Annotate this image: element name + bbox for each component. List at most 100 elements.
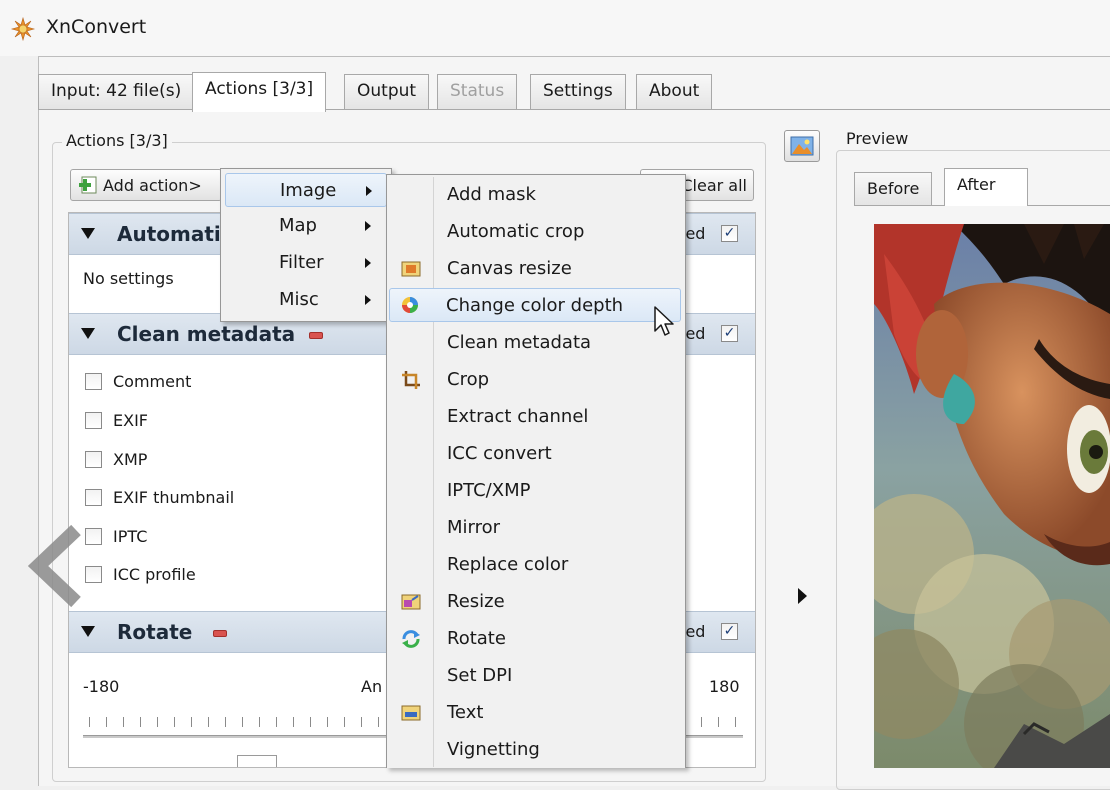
option-label-comment: Comment <box>113 372 192 391</box>
menu-item-label: Add mask <box>447 184 536 205</box>
menu-item-label: Clean metadata <box>447 332 592 353</box>
mouse-cursor-icon <box>654 306 674 336</box>
enabled-checkbox-automatic[interactable]: ✓ <box>721 225 738 242</box>
menu-item-map[interactable]: Map <box>225 209 387 243</box>
submenu-arrow-icon <box>365 295 371 305</box>
no-settings-text: No settings <box>83 269 174 288</box>
title-bar: XnConvert <box>0 0 1110 56</box>
menu-item-iptc-xmp[interactable]: IPTC/XMP <box>389 474 683 508</box>
option-label-iptc: IPTC <box>113 527 148 546</box>
color-depth-icon <box>402 297 418 313</box>
menu-item-label: Filter <box>279 252 324 273</box>
checkbox-xmp[interactable] <box>85 451 102 468</box>
text-icon <box>401 705 421 721</box>
add-action-icon <box>79 176 97 194</box>
menu-item-label: Text <box>447 702 484 723</box>
category-menu: Image Map Filter Misc <box>220 168 392 322</box>
checkbox-comment[interactable] <box>85 373 102 390</box>
tab-about[interactable]: About <box>636 74 713 110</box>
menu-item-label: Mirror <box>447 517 501 538</box>
menu-item-filter[interactable]: Filter <box>225 246 387 280</box>
rotate-min-label: -180 <box>83 677 120 696</box>
tab-output[interactable]: Output <box>344 74 430 110</box>
menu-item-icc-convert[interactable]: ICC convert <box>389 437 683 471</box>
menu-item-image[interactable]: Image <box>225 173 387 207</box>
menu-item-label: Misc <box>279 289 319 310</box>
menu-item-set-dpi[interactable]: Set DPI <box>389 659 683 693</box>
canvas-resize-icon <box>401 261 421 277</box>
chevron-left-icon[interactable] <box>28 524 88 608</box>
add-action-label: Add action> <box>103 175 202 195</box>
crop-icon <box>402 371 420 389</box>
enabled-checkbox-rotate[interactable]: ✓ <box>721 623 738 640</box>
menu-item-label: Change color depth <box>446 295 624 316</box>
tab-input[interactable]: Input: 42 file(s) <box>38 74 195 110</box>
preview-toggle-button[interactable] <box>784 130 820 162</box>
menu-item-label: Automatic crop <box>447 221 585 242</box>
submenu-arrow-icon <box>366 186 372 196</box>
menu-item-label: Resize <box>447 591 505 612</box>
tab-after[interactable]: After <box>944 168 1028 206</box>
menu-item-vignetting[interactable]: Vignetting <box>389 733 683 767</box>
preview-image-icon <box>790 136 814 156</box>
menu-item-label: Canvas resize <box>447 258 572 279</box>
tab-settings[interactable]: Settings <box>530 74 626 110</box>
menu-item-label: Extract channel <box>447 406 589 427</box>
actions-group-title: Actions [3/3] <box>62 131 172 150</box>
remove-action-icon[interactable] <box>309 332 323 339</box>
menu-item-label: Set DPI <box>447 665 513 686</box>
image-submenu: Add mask Automatic crop Canvas resize Ch… <box>386 174 686 768</box>
menu-item-rotate[interactable]: Rotate <box>389 622 683 656</box>
menu-item-label: IPTC/XMP <box>447 480 531 501</box>
preview-group-title: Preview <box>842 129 913 148</box>
resize-icon <box>401 594 421 610</box>
rotate-angle-label: An <box>361 677 383 696</box>
collapse-triangle-icon[interactable] <box>81 626 95 637</box>
menu-item-label: ICC convert <box>447 443 552 464</box>
tab-status[interactable]: Status <box>437 74 518 110</box>
preview-image <box>874 224 1110 768</box>
collapse-triangle-icon[interactable] <box>81 228 95 239</box>
expand-arrow-icon[interactable] <box>798 588 807 604</box>
menu-item-text[interactable]: Text <box>389 696 683 730</box>
menu-item-automatic-crop[interactable]: Automatic crop <box>389 215 683 249</box>
menu-item-label: Crop <box>447 369 490 390</box>
xnconvert-logo-icon <box>10 16 36 42</box>
option-label-exif-thumbnail: EXIF thumbnail <box>113 488 235 507</box>
option-label-icc-profile: ICC profile <box>113 565 196 584</box>
menu-item-change-color-depth[interactable]: Change color depth <box>389 288 681 322</box>
menu-item-canvas-resize[interactable]: Canvas resize <box>389 252 683 286</box>
submenu-arrow-icon <box>365 258 371 268</box>
menu-item-misc[interactable]: Misc <box>225 283 387 317</box>
clear-all-label: Clear all <box>681 175 747 195</box>
menu-item-mirror[interactable]: Mirror <box>389 511 683 545</box>
rotate-max-label: 180 <box>709 677 740 696</box>
menu-item-add-mask[interactable]: Add mask <box>389 178 683 212</box>
section-title-rotate: Rotate <box>117 620 193 644</box>
collapse-triangle-icon[interactable] <box>81 328 95 339</box>
menu-item-label: Rotate <box>447 628 506 649</box>
menu-item-clean-metadata[interactable]: Clean metadata <box>389 326 683 360</box>
menu-item-label: Map <box>279 215 317 236</box>
menu-item-replace-color[interactable]: Replace color <box>389 548 683 582</box>
menu-item-label: Replace color <box>447 554 569 575</box>
menu-item-resize[interactable]: Resize <box>389 585 683 619</box>
enabled-checkbox-clean-metadata[interactable]: ✓ <box>721 325 738 342</box>
submenu-arrow-icon <box>365 221 371 231</box>
checkbox-exif-thumbnail[interactable] <box>85 489 102 506</box>
menu-item-label: Image <box>280 180 337 201</box>
menu-item-label: Vignetting <box>447 739 540 760</box>
option-label-exif: EXIF <box>113 411 148 430</box>
tab-before[interactable]: Before <box>854 172 933 206</box>
section-title-clean-metadata: Clean metadata <box>117 322 296 346</box>
remove-action-icon[interactable] <box>213 630 227 637</box>
menu-item-crop[interactable]: Crop <box>389 363 683 397</box>
option-label-xmp: XMP <box>113 450 148 469</box>
menu-item-extract-channel[interactable]: Extract channel <box>389 400 683 434</box>
rotate-icon <box>402 630 420 648</box>
tab-actions[interactable]: Actions [3/3] <box>192 72 327 112</box>
checkbox-exif[interactable] <box>85 412 102 429</box>
section-title-automatic: Automati <box>117 222 221 246</box>
angle-spinbox[interactable] <box>237 755 277 767</box>
add-action-button[interactable]: Add action> <box>70 169 222 201</box>
